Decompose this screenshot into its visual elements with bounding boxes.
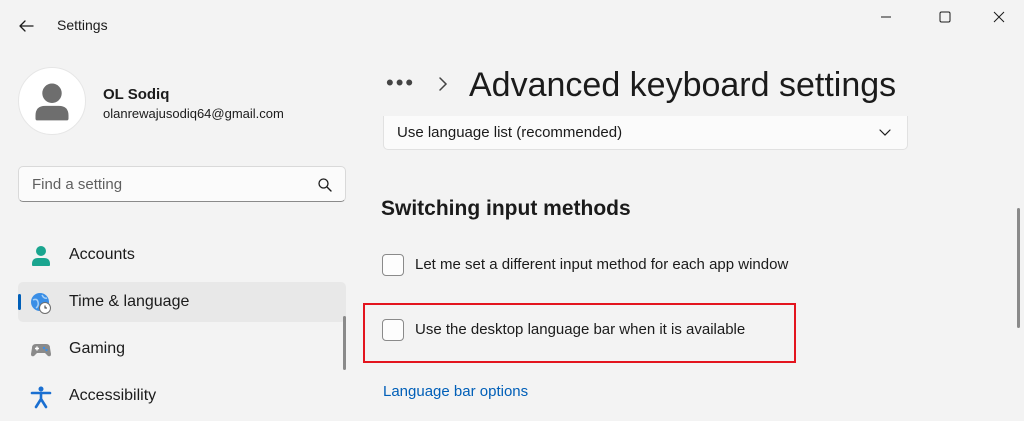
- sidebar-item-accounts[interactable]: Accounts: [18, 235, 346, 275]
- minimize-button[interactable]: [863, 4, 909, 30]
- user-name: OL Sodiq: [103, 86, 170, 103]
- per-app-input-method-checkbox[interactable]: [382, 254, 404, 276]
- title-bar: Settings: [0, 0, 1024, 50]
- search-box[interactable]: [18, 166, 346, 202]
- page-title: Advanced keyboard settings: [469, 66, 897, 104]
- sidebar-item-gaming[interactable]: Gaming: [18, 329, 346, 369]
- language-bar-options-link[interactable]: Language bar options: [383, 383, 528, 400]
- maximize-icon: [939, 11, 951, 23]
- main-scrollbar[interactable]: [1017, 208, 1020, 328]
- checkbox-label: Let me set a different input method for …: [415, 256, 789, 273]
- per-app-input-method-option[interactable]: Let me set a different input method for …: [382, 253, 842, 279]
- time-language-icon: [31, 293, 51, 314]
- sidebar-item-label: Gaming: [69, 340, 126, 357]
- close-icon: [993, 11, 1005, 23]
- avatar: [18, 67, 86, 135]
- sidebar-item-time-language[interactable]: Time & language: [18, 282, 346, 322]
- settings-window: Settings OL Sodiq olanrewajusodiq64@gmai: [0, 0, 1024, 421]
- minimize-icon: [881, 16, 891, 18]
- search-input[interactable]: [19, 167, 309, 201]
- back-arrow-icon: [19, 20, 34, 32]
- sidebar-item-label: Accounts: [69, 246, 135, 263]
- dropdown-selected-value: Use language list (recommended): [397, 124, 623, 141]
- chevron-down-icon: [879, 129, 891, 136]
- sidebar-item-accessibility[interactable]: Accessibility: [18, 376, 346, 416]
- back-button[interactable]: [12, 12, 40, 40]
- highlight-annotation-box: [363, 303, 796, 363]
- gaming-icon: [31, 344, 51, 357]
- accounts-icon: [32, 246, 50, 266]
- sidebar-item-label: Accessibility: [69, 387, 157, 404]
- chevron-right-icon: [439, 77, 448, 91]
- user-avatar-icon: [35, 83, 69, 121]
- app-title: Settings: [57, 17, 108, 33]
- selected-indicator: [18, 294, 21, 310]
- breadcrumb-more-button[interactable]: •••: [386, 70, 415, 96]
- user-email: olanrewajusodiq64@gmail.com: [103, 106, 284, 121]
- sidebar-item-label: Time & language: [69, 293, 190, 310]
- input-method-dropdown[interactable]: Use language list (recommended): [383, 116, 908, 150]
- sidebar-scrollbar[interactable]: [343, 316, 346, 370]
- section-heading: Switching input methods: [381, 197, 631, 220]
- accessibility-icon: [30, 386, 52, 409]
- close-button[interactable]: [976, 4, 1022, 30]
- search-icon[interactable]: [317, 177, 333, 193]
- maximize-button[interactable]: [922, 4, 968, 30]
